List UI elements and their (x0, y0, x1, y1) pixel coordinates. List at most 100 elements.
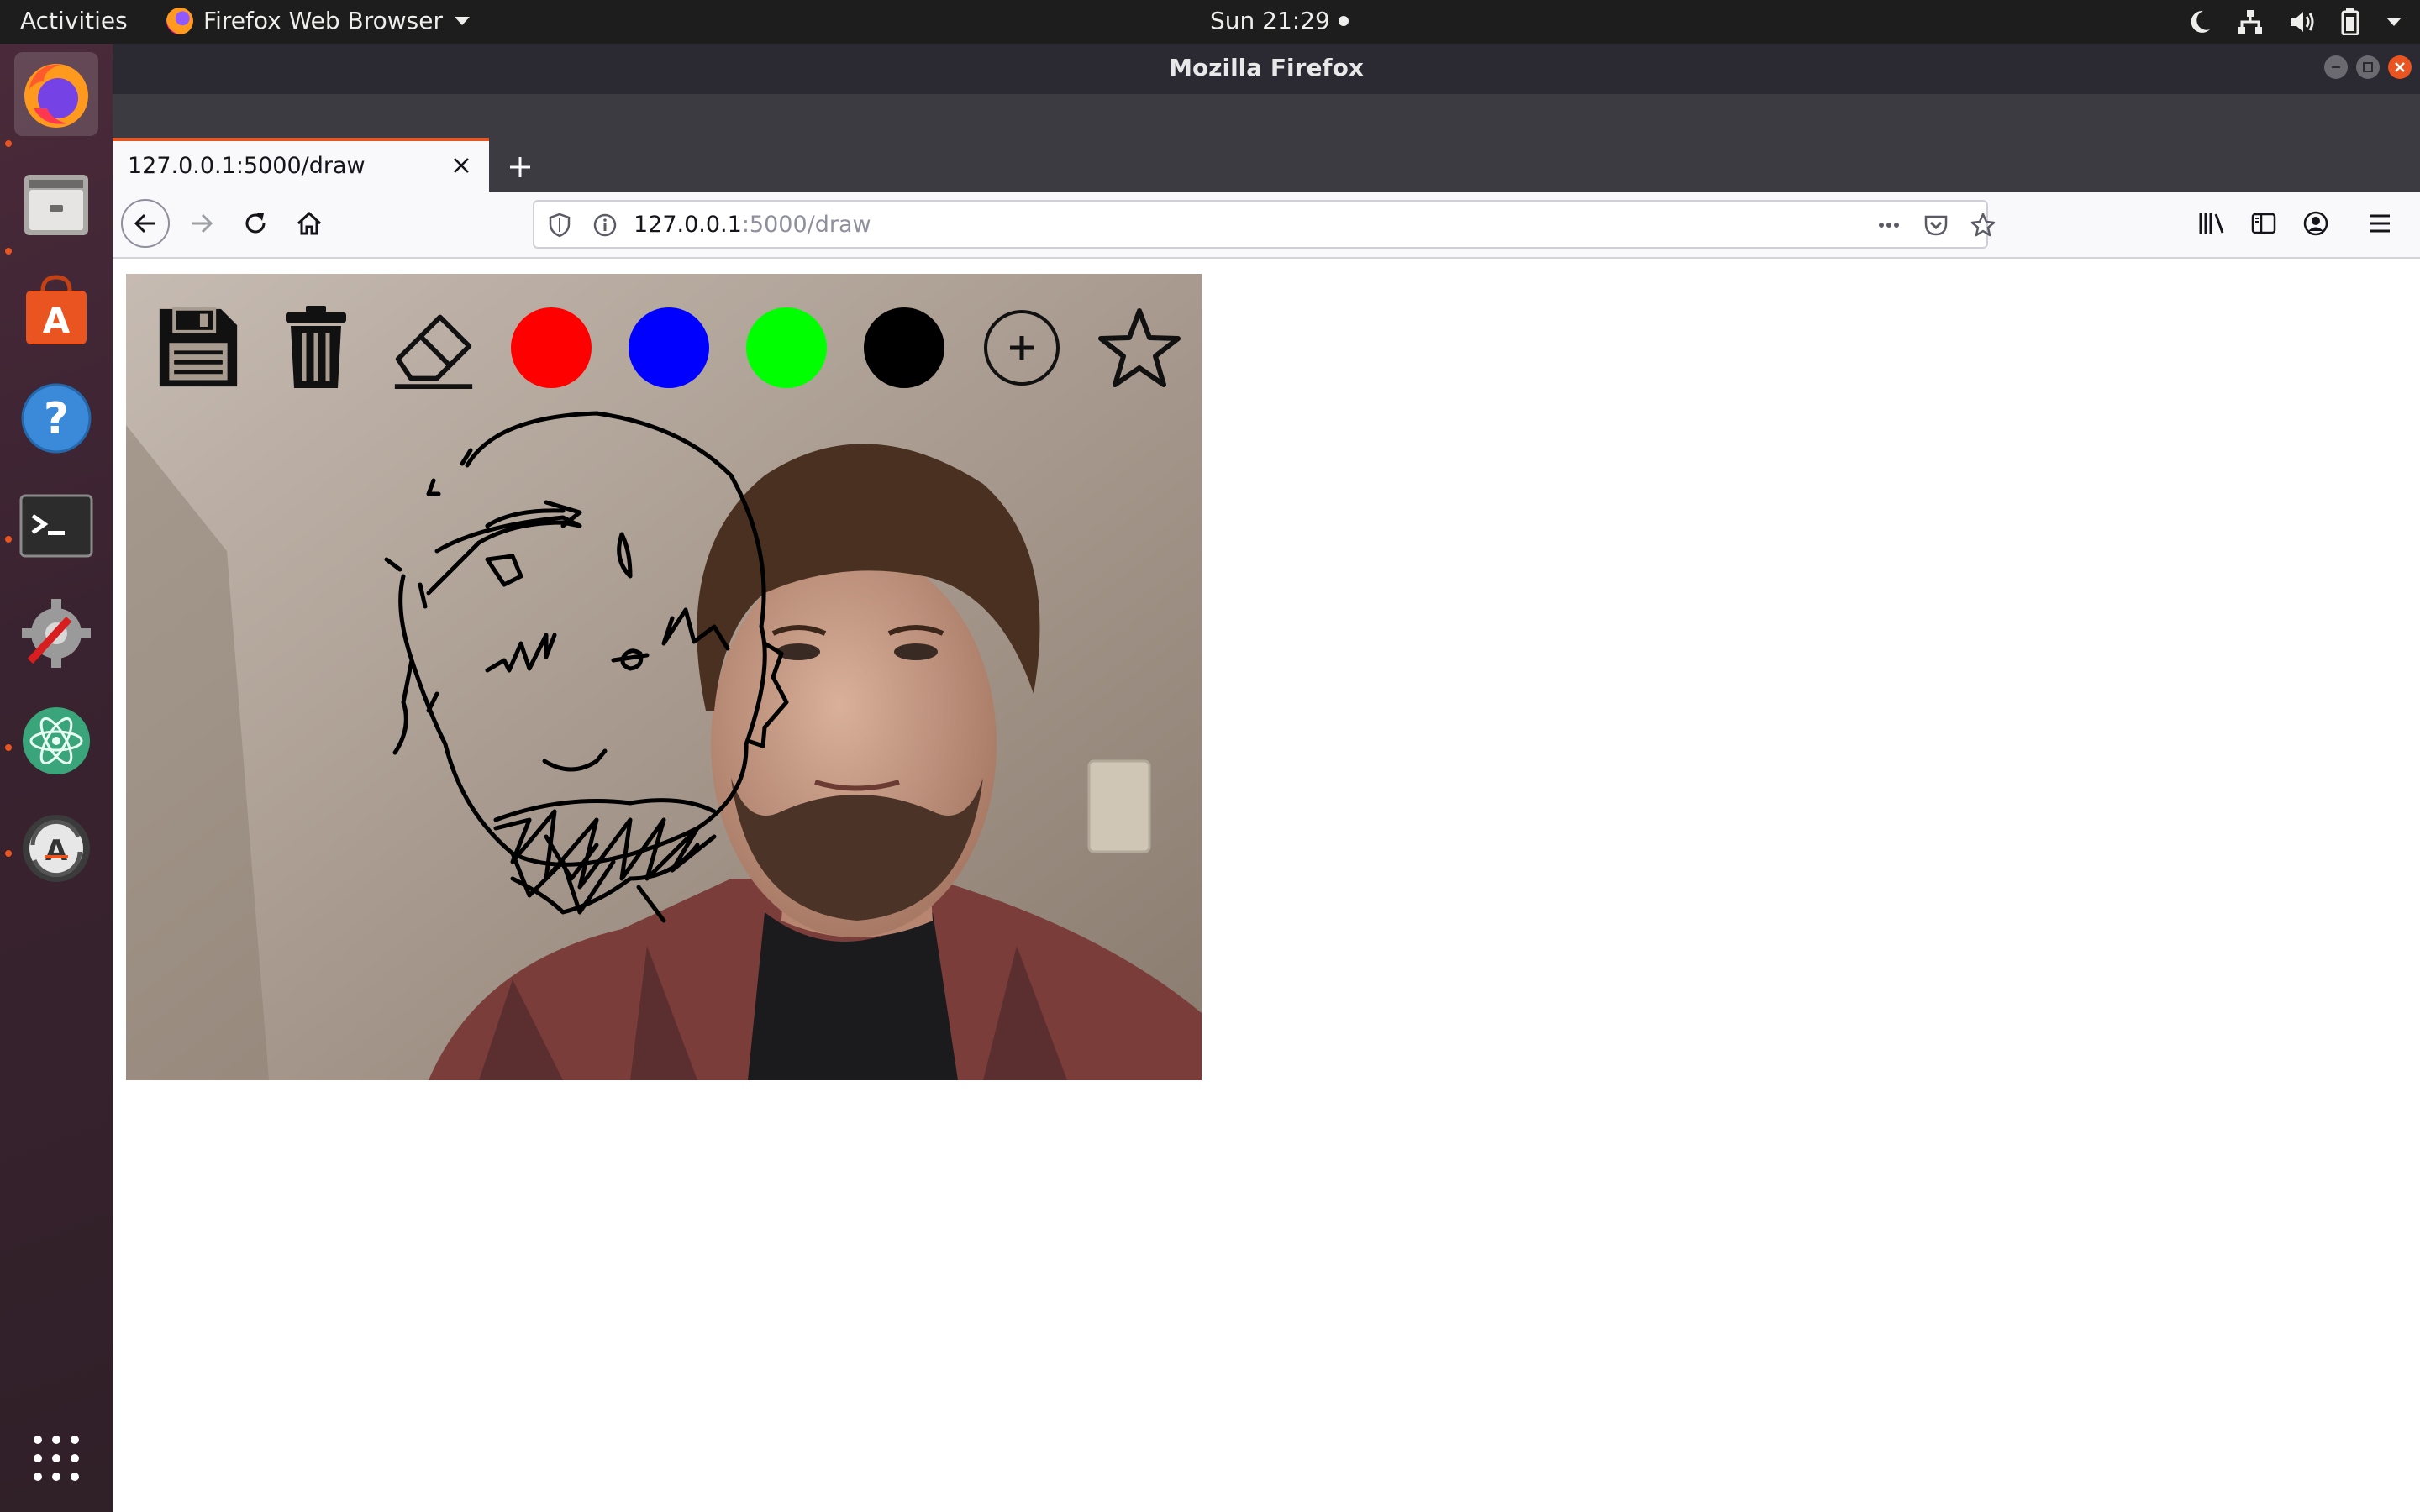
clock-label: Sun 21:29 (1210, 7, 1330, 34)
maximize-icon (2363, 62, 2373, 72)
dock-settings[interactable] (14, 591, 98, 675)
url-path: :5000/draw (741, 212, 871, 238)
dock-software-updater[interactable]: A (14, 806, 98, 890)
minimize-icon (2332, 66, 2340, 68)
page-actions-icon[interactable] (1876, 212, 1902, 239)
save-button[interactable] (156, 304, 240, 391)
reload-button[interactable] (232, 200, 279, 247)
home-icon (297, 211, 322, 235)
account-icon (2303, 211, 2328, 236)
dock-software[interactable]: A (14, 269, 98, 353)
color-blue-button[interactable] (627, 304, 711, 391)
eraser-icon (394, 314, 473, 390)
tab-draw[interactable]: 127.0.0.1:5000/draw (113, 138, 489, 192)
files-icon (24, 175, 88, 235)
navigation-toolbar: 127.0.0.1:5000/draw (113, 192, 2420, 259)
running-indicator (5, 744, 12, 751)
running-indicator (5, 536, 12, 543)
sidebar-icon (2251, 213, 2276, 234)
system-tray[interactable] (2188, 8, 2403, 35)
dock-atom[interactable] (14, 699, 98, 783)
night-light-icon (2191, 10, 2210, 33)
running-indicator (5, 248, 12, 255)
forward-arrow-icon (192, 213, 213, 234)
tab-label: 127.0.0.1:5000/draw (128, 153, 366, 179)
firefox-window: Mozilla Firefox 127.0.0.1:5000/draw 127.… (113, 44, 2420, 1512)
dock-help[interactable]: ? (14, 376, 98, 460)
close-window-button[interactable] (2388, 55, 2412, 79)
help-icon: ? (21, 383, 92, 454)
url-text: 127.0.0.1:5000/draw (634, 212, 871, 238)
window-title: Mozilla Firefox (1169, 54, 1364, 81)
floppy-disk-icon (159, 307, 238, 387)
software-updater-icon: A (23, 815, 90, 882)
running-indicator (5, 850, 12, 857)
hamburger-menu-icon (2370, 214, 2390, 233)
site-info-icon[interactable] (592, 212, 618, 239)
volume-icon (2291, 12, 2314, 32)
app-grid-icon (34, 1436, 79, 1481)
blue-swatch (629, 307, 709, 388)
account-button[interactable] (2292, 200, 2339, 247)
back-arrow-icon (134, 213, 155, 234)
page-content (113, 259, 2420, 1512)
close-icon (2395, 62, 2405, 72)
show-applications-button[interactable] (14, 1416, 98, 1500)
black-swatch (864, 307, 944, 388)
app-menu[interactable]: Firefox Web Browser (166, 7, 471, 34)
running-indicator (5, 140, 12, 147)
star-icon (1098, 308, 1181, 387)
window-controls (2324, 55, 2412, 79)
settings-icon (22, 599, 91, 668)
drawing-canvas[interactable] (126, 274, 1202, 1080)
url-host: 127.0.0.1 (634, 212, 742, 238)
doodle-strokes (384, 411, 789, 923)
color-black-button[interactable] (862, 304, 946, 391)
window-titlebar[interactable]: Mozilla Firefox (113, 44, 2420, 94)
sidebar-button[interactable] (2240, 200, 2287, 247)
ubuntu-dock: A ? A (0, 44, 113, 1512)
firefox-small-icon (166, 7, 193, 34)
bookmark-star-icon[interactable] (1970, 212, 1996, 239)
dock-files[interactable] (14, 161, 98, 245)
clock[interactable]: Sun 21:29 (1210, 7, 1349, 34)
tab-strip: 127.0.0.1:5000/draw (113, 94, 2420, 192)
forward-button[interactable] (178, 200, 225, 247)
system-menu-chevron-icon (2386, 18, 2402, 26)
clear-button[interactable] (274, 304, 358, 391)
svg-text:A: A (45, 834, 68, 868)
maximize-button[interactable] (2356, 55, 2380, 79)
library-button[interactable] (2188, 200, 2235, 247)
green-swatch (746, 307, 827, 388)
battery-icon (2341, 8, 2360, 35)
firefox-icon (24, 64, 88, 128)
chevron-down-icon (454, 16, 470, 25)
reload-icon (245, 213, 266, 234)
back-button[interactable] (121, 199, 170, 248)
app-menu-button[interactable] (2356, 200, 2403, 247)
color-red-button[interactable] (509, 304, 593, 391)
software-center-icon: A (26, 275, 87, 344)
home-button[interactable] (286, 200, 333, 247)
new-tab-button[interactable] (499, 146, 541, 188)
dock-terminal[interactable] (14, 484, 98, 568)
add-button[interactable] (980, 304, 1064, 391)
network-icon (2238, 10, 2262, 34)
color-green-button[interactable] (744, 304, 829, 391)
pocket-icon[interactable] (1923, 212, 1949, 239)
tab-close-icon[interactable] (449, 153, 474, 178)
notification-dot (1338, 15, 1349, 26)
svg-text:?: ? (44, 394, 69, 444)
tracking-shield-icon[interactable] (546, 212, 573, 239)
atom-icon (23, 707, 90, 774)
dock-firefox[interactable] (14, 52, 98, 136)
favorite-button[interactable] (1097, 304, 1181, 391)
library-icon (2199, 213, 2224, 234)
plus-circle-icon (984, 310, 1060, 386)
activities-button[interactable]: Activities (20, 7, 128, 34)
eraser-button[interactable] (392, 304, 476, 391)
minimize-button[interactable] (2324, 55, 2348, 79)
red-swatch (511, 307, 592, 388)
trash-icon (286, 306, 346, 388)
url-bar[interactable]: 127.0.0.1:5000/draw (533, 200, 1996, 249)
